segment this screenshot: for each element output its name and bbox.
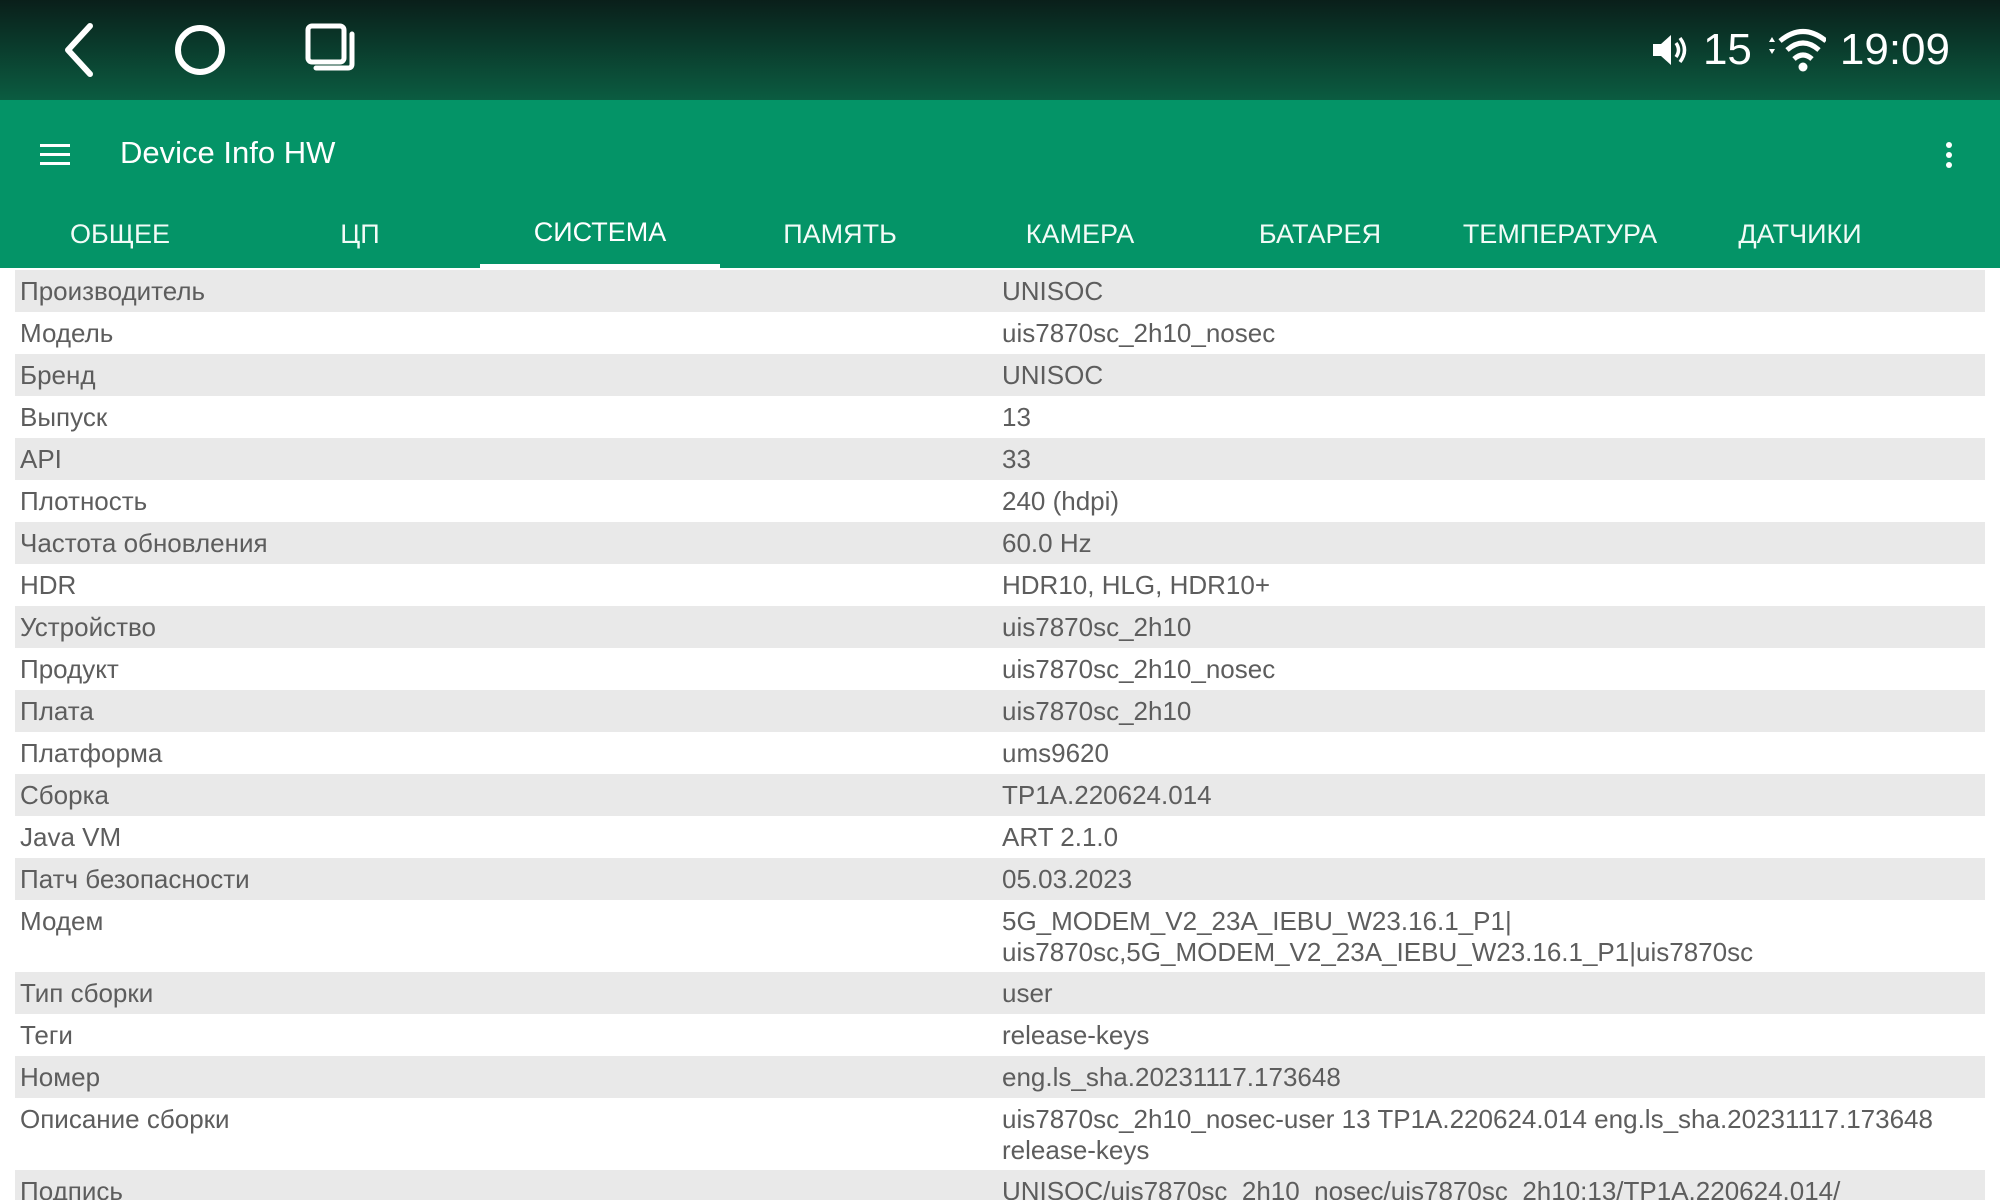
table-row: Устройство uis7870sc_2h10 (15, 606, 1985, 648)
row-value: 05.03.2023 (1002, 864, 1133, 894)
volume-level: 15 (1702, 25, 1752, 74)
row-value: UNISOC (1002, 276, 1104, 306)
row-value: uis7870sc_2h10 (1002, 696, 1192, 726)
row-value: UNISOC/uis7870sc_2h10_nosec/uis7870sc_2h… (1002, 1176, 1841, 1200)
home-button[interactable] (170, 20, 230, 80)
table-row: Платформа ums9620 (15, 732, 1985, 774)
table-row: Производитель UNISOC (15, 270, 1985, 312)
row-value: TP1A.220624.014 (1002, 780, 1212, 810)
row-label: Сборка (20, 780, 109, 810)
tab-memory[interactable]: ПАМЯТЬ (720, 200, 960, 268)
row-label: Платформа (20, 738, 163, 768)
row-value: ums9620 (1002, 738, 1109, 768)
row-label: Бренд (20, 360, 96, 390)
recents-button[interactable] (300, 20, 360, 80)
back-button[interactable] (50, 20, 110, 80)
row-value: uis7870sc_2h10_nosec (1002, 654, 1276, 684)
tab-apps[interactable]: ПРИ (1920, 200, 2000, 268)
row-label: Теги (20, 1020, 73, 1050)
table-row: HDR HDR10, HLG, HDR10+ (15, 564, 1985, 606)
table-row: Теги release-keys (15, 1014, 1985, 1056)
tab-general[interactable]: ОБЩЕЕ (0, 200, 240, 268)
row-label: Патч безопасности (20, 864, 250, 894)
recents-icon (305, 23, 355, 71)
row-label: Продукт (20, 654, 119, 684)
row-value: HDR10, HLG, HDR10+ (1002, 570, 1271, 600)
table-row: Плата uis7870sc_2h10 (15, 690, 1985, 732)
system-status-bar: 15 19:09 (0, 0, 2000, 100)
wifi-icon (1768, 29, 1826, 72)
row-value: 240 (hdpi) (1002, 486, 1120, 516)
tab-camera[interactable]: КАМЕРА (960, 200, 1200, 268)
table-row: Бренд UNISOC (15, 354, 1985, 396)
row-label: Частота обновления (20, 528, 268, 558)
row-value: 33 (1002, 444, 1031, 474)
row-value: UNISOC (1002, 360, 1104, 390)
row-label: Тип сборки (20, 978, 154, 1008)
row-label: Модем (20, 906, 104, 936)
tab-bar: ОБЩЕЕ ЦП СИСТЕМА ПАМЯТЬ КАМЕРА БАТАРЕЯ ТЕМПЕРА… (0, 200, 2000, 268)
table-row: Тип сборки user (15, 972, 1985, 1014)
table-row: Частота обновления 60.0 Hz (15, 522, 1985, 564)
hamburger-menu-icon (40, 144, 70, 165)
clock: 19:09 (1839, 25, 1950, 74)
tab-battery[interactable]: БАТАРЕЯ (1200, 200, 1440, 268)
row-label: API (20, 444, 62, 474)
tab-system[interactable]: СИСТЕМА (480, 200, 720, 268)
tab-sensors[interactable]: ДАТЧИКИ (1680, 200, 1920, 268)
row-label: Плотность (20, 486, 148, 516)
tab-temperature[interactable]: ТЕМПЕРАТУРА (1440, 200, 1680, 268)
row-label: Плата (20, 696, 94, 726)
table-row: Патч безопасности 05.03.2023 (15, 858, 1985, 900)
row-value: ART 2.1.0 (1002, 822, 1119, 852)
table-row: Модель uis7870sc_2h10_nosec (15, 312, 1985, 354)
volume-icon (1652, 35, 1687, 65)
row-label: Подпись (20, 1176, 123, 1200)
row-label: Производитель (20, 276, 206, 306)
more-vert-icon (1946, 142, 1952, 168)
row-label: Устройство (20, 612, 157, 642)
table-row: API 33 (15, 438, 1985, 480)
app-title: Device Info HW (120, 135, 336, 170)
row-value: uis7870sc_2h10_nosec-user 13 TP1A.220624… (1002, 1104, 1933, 1165)
table-row: Java VM ART 2.1.0 (15, 816, 1985, 858)
row-value: 5G_MODEM_V2_23A_IEBU_W23.16.1_P1| uis787… (1002, 906, 1754, 967)
row-value: 60.0 Hz (1002, 528, 1092, 558)
row-label: Выпуск (20, 402, 108, 432)
row-label: Номер (20, 1062, 101, 1092)
table-row: Плотность 240 (hdpi) (15, 480, 1985, 522)
system-info-table[interactable]: Производитель UNISOC Модель uis7870sc_2h10_… (15, 270, 1985, 1200)
back-icon (65, 23, 93, 77)
menu-button[interactable] (30, 130, 80, 180)
row-value: uis7870sc_2h10 (1002, 612, 1192, 642)
table-row: Модем 5G_MODEM_V2_23A_IEBU_W23.16.1_P1| u… (15, 900, 1985, 972)
tab-cpu[interactable]: ЦП (240, 200, 480, 268)
table-row: Выпуск 13 (15, 396, 1985, 438)
row-label: HDR (20, 570, 77, 600)
row-label: Java VM (20, 822, 122, 852)
row-value: eng.ls_sha.20231117.173648 (1002, 1062, 1341, 1092)
table-row: Номер eng.ls_sha.20231117.173648 (15, 1056, 1985, 1098)
row-label: Описание сборки (20, 1104, 230, 1134)
more-options-button[interactable] (1934, 130, 1964, 180)
row-value: uis7870sc_2h10_nosec (1002, 318, 1276, 348)
row-value: user (1002, 978, 1053, 1008)
table-row: Описание сборки uis7870sc_2h10_nosec-user… (15, 1098, 1985, 1170)
table-row: Продукт uis7870sc_2h10_nosec (15, 648, 1985, 690)
app-bar: Device Info HW ОБЩЕЕ ЦП СИСТЕМА ПАМЯТЬ КАМЕР… (0, 100, 2000, 268)
row-label: Модель (20, 318, 114, 348)
home-icon (175, 25, 225, 75)
table-row: Сборка TP1A.220624.014 (15, 774, 1985, 816)
table-row: Подпись UNISOC/uis7870sc_2h10_nosec/uis78… (15, 1170, 1985, 1200)
row-value: 13 (1002, 402, 1031, 432)
row-value: release-keys (1002, 1020, 1150, 1050)
